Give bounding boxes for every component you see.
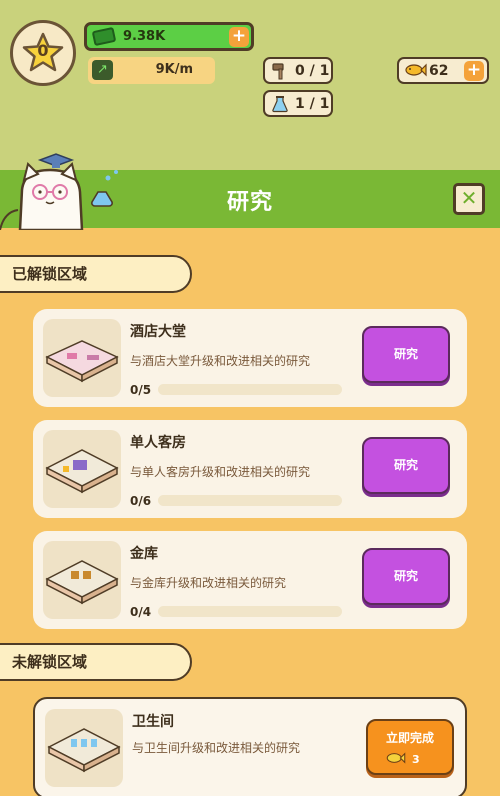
single-room-icon xyxy=(43,430,121,508)
hammer-icon xyxy=(271,62,289,80)
flask-icon xyxy=(271,95,289,113)
research-card-bathroom[interactable]: 卫生间 与卫生间升级和改进相关的研究 立即完成 3 xyxy=(33,697,467,796)
close-button[interactable]: ✕ xyxy=(453,183,485,215)
vault-room-icon xyxy=(43,541,121,619)
hammer-count: 0 / 1 xyxy=(295,62,330,79)
income-bar: ↗ 9K/m xyxy=(88,57,215,84)
add-cash-button[interactable]: + xyxy=(229,27,249,47)
research-card-single-room[interactable]: 单人客房 与单人客房升级和改进相关的研究 0/6 研究 xyxy=(33,420,467,518)
card-description: 与卫生间升级和改进相关的研究 xyxy=(132,741,301,755)
instant-complete-label: 立即完成 xyxy=(385,731,434,745)
card-description: 与金库升级和改进相关的研究 xyxy=(130,576,287,590)
cat-mascot-icon xyxy=(0,150,120,232)
card-description: 与酒店大堂升级和改进相关的研究 xyxy=(130,354,311,368)
research-card-lobby[interactable]: 酒店大堂 与酒店大堂升级和改进相关的研究 0/5 研究 xyxy=(33,309,467,407)
card-progress: 0/4 xyxy=(130,605,152,619)
level-number: 0 xyxy=(37,41,49,60)
income-value: 9K/m xyxy=(155,62,193,77)
bathroom-room-icon xyxy=(45,709,123,787)
flask-count: 1 / 1 xyxy=(295,95,330,112)
progress-track xyxy=(158,384,342,395)
card-progress: 0/5 xyxy=(130,383,152,397)
cash-value: 9.38K xyxy=(123,29,166,44)
research-button[interactable]: 研究 xyxy=(362,548,450,605)
hammer-counter[interactable]: 0 / 1 xyxy=(263,57,333,84)
instant-complete-button[interactable]: 立即完成 3 xyxy=(366,719,454,775)
card-title: 金库 xyxy=(130,546,158,562)
card-title: 酒店大堂 xyxy=(130,324,186,340)
section-header-unlocked: 已解锁区域 xyxy=(0,255,192,293)
card-title: 单人客房 xyxy=(130,435,186,451)
cost-value: 3 xyxy=(412,753,420,766)
card-description: 与单人客房升级和改进相关的研究 xyxy=(130,465,311,479)
research-button[interactable]: 研究 xyxy=(362,326,450,383)
research-card-vault[interactable]: 金库 与金库升级和改进相关的研究 0/4 研究 xyxy=(33,531,467,629)
card-title: 卫生间 xyxy=(132,714,174,730)
research-button[interactable]: 研究 xyxy=(362,437,450,494)
cash-bar: 9.38K + xyxy=(84,22,254,51)
fish-icon xyxy=(386,751,406,768)
close-icon: ✕ xyxy=(460,186,478,210)
star-icon: 0 xyxy=(21,31,65,75)
fish-counter: 62 + xyxy=(397,57,489,84)
level-badge[interactable]: 0 xyxy=(10,20,76,86)
income-chart-icon: ↗ xyxy=(92,60,113,80)
progress-track xyxy=(158,606,342,617)
fish-count: 62 xyxy=(429,62,449,79)
section-header-locked: 未解锁区域 xyxy=(0,643,192,681)
lobby-room-icon xyxy=(43,319,121,397)
card-progress: 0/6 xyxy=(130,494,152,508)
progress-track xyxy=(158,495,342,506)
flask-counter[interactable]: 1 / 1 xyxy=(263,90,333,117)
fish-icon xyxy=(405,62,427,80)
cash-icon xyxy=(91,26,117,47)
add-fish-button[interactable]: + xyxy=(464,61,484,81)
